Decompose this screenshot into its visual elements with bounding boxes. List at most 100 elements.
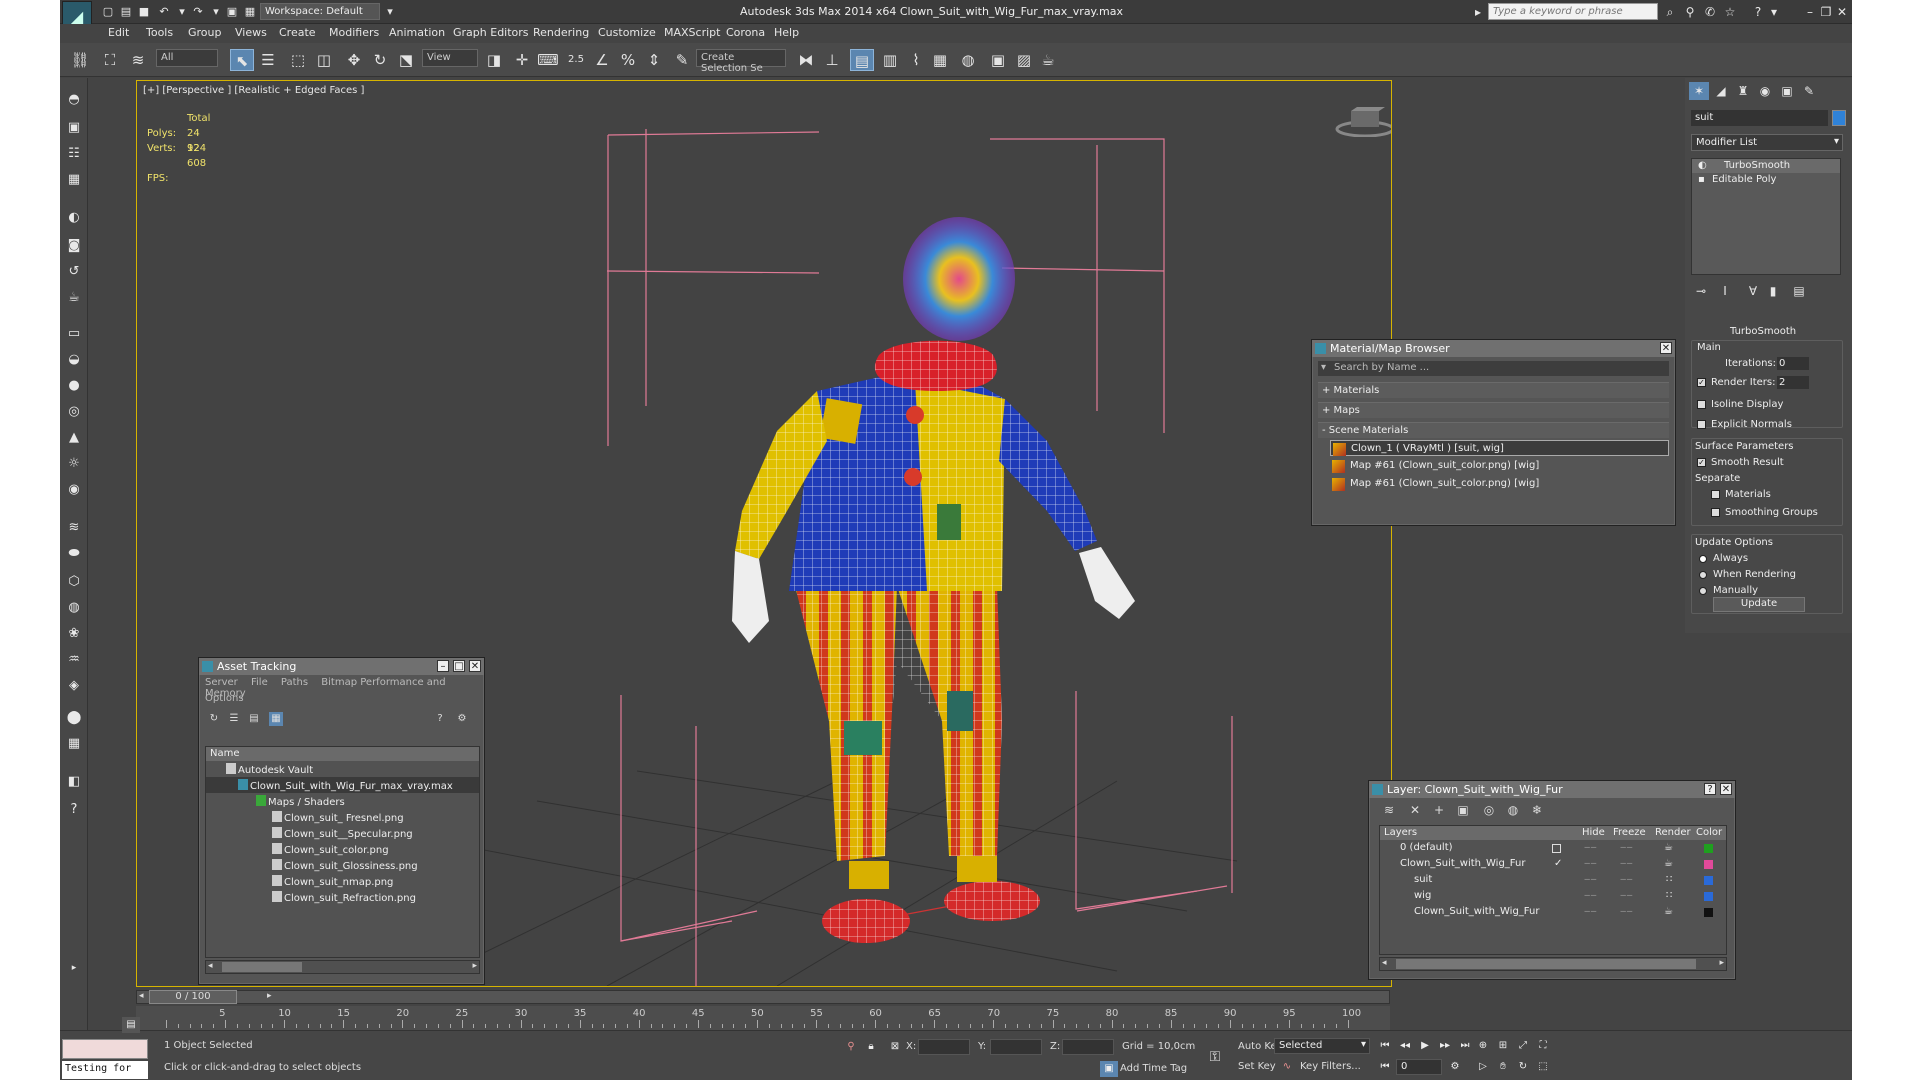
layer-row[interactable]: Clown_Suit_with_Wig_Fur ‒‒ ‒‒ ☕ xyxy=(1380,904,1726,920)
select-object-icon[interactable]: ⬉ xyxy=(230,49,254,71)
rect-selection-icon[interactable]: ⬚ xyxy=(286,49,310,71)
absolute-mode-icon[interactable]: ⊠ xyxy=(886,1039,904,1055)
iterations-spinner[interactable]: 0 xyxy=(1777,357,1809,370)
select-objects-icon[interactable]: ▣ xyxy=(1455,803,1471,817)
workspace-dropdown[interactable]: Workspace: Default xyxy=(260,3,380,20)
go-to-end-icon[interactable]: ⏭ xyxy=(1456,1038,1474,1054)
modifier-list-dropdown[interactable]: Modifier List ▾ xyxy=(1691,134,1843,151)
layer-name[interactable]: Clown_Suit_with_Wig_Fur xyxy=(1400,858,1525,869)
teapot-icon[interactable]: ☕ xyxy=(63,288,85,308)
column-name[interactable]: Name xyxy=(206,747,479,761)
list-item[interactable]: Clown_suit_Glossiness.png xyxy=(206,857,479,873)
scroll-right-icon[interactable]: ▸ xyxy=(472,961,477,971)
cone-icon[interactable]: ▲ xyxy=(63,428,85,448)
select-manipulate-icon[interactable]: ✛ xyxy=(510,49,534,71)
material-item[interactable]: Map #61 (Clown_suit_color.png) [wig] xyxy=(1330,476,1669,492)
grid-icon[interactable]: ▦ xyxy=(63,734,85,754)
help-icon[interactable]: ? xyxy=(1750,4,1766,20)
layer-color-swatch[interactable] xyxy=(1704,860,1713,869)
current-frame-field[interactable]: 0 xyxy=(1396,1059,1442,1075)
z-coordinate-field[interactable] xyxy=(1062,1039,1114,1055)
always-radio[interactable] xyxy=(1699,555,1707,563)
angle-snap-icon[interactable]: ∠ xyxy=(590,49,614,71)
detail-view-icon[interactable]: ▤ xyxy=(247,712,261,726)
pan-icon[interactable]: ✋︎ xyxy=(1494,1059,1512,1075)
add-time-tag[interactable]: Add Time Tag xyxy=(1120,1063,1187,1074)
redo-dropdown-icon[interactable]: ▾ xyxy=(208,4,224,20)
render-dots-icon[interactable]: ∷ xyxy=(1666,890,1672,901)
dropdown-icon[interactable]: ▾ xyxy=(1321,362,1326,373)
hierarchy-tab-icon[interactable]: ♜ xyxy=(1733,82,1753,100)
scroll-thumb[interactable] xyxy=(222,962,302,972)
torus-icon[interactable]: ◎ xyxy=(63,402,85,422)
next-frame-icon[interactable]: ▸▸ xyxy=(1436,1038,1454,1054)
track-bar[interactable]: 5 10 15 20 25 30 35 40 45 50 55 60 65 70 75 80 85 90 95 100 xyxy=(136,1006,1390,1030)
new-file-icon[interactable]: ▢ xyxy=(100,4,116,20)
smoothing-groups-checkbox[interactable] xyxy=(1711,508,1720,517)
delete-layer-icon[interactable]: ✕ xyxy=(1407,803,1423,817)
sphere-icon[interactable]: ● xyxy=(63,376,85,396)
mesh-icon[interactable]: ◈ xyxy=(63,676,85,696)
menu-maxscript[interactable]: MAXScript xyxy=(664,26,720,39)
orbit-icon[interactable]: ↻ xyxy=(1514,1059,1532,1075)
restore-icon[interactable]: ❐ xyxy=(1818,4,1834,20)
freeze-toggle[interactable]: ‒‒ xyxy=(1620,890,1633,901)
freeze-toggle[interactable]: ‒‒ xyxy=(1620,842,1633,853)
time-config-icon[interactable]: ⚙ xyxy=(1446,1059,1464,1075)
geometry-icon[interactable]: ⬡ xyxy=(63,572,85,592)
menu-edit[interactable]: Edit xyxy=(108,26,129,39)
select-by-name-icon[interactable]: ☰ xyxy=(256,49,280,71)
key-mode-icon[interactable]: ∿ xyxy=(1278,1059,1296,1075)
make-unique-icon[interactable]: ∀ xyxy=(1743,282,1763,300)
menu-tools[interactable]: Tools xyxy=(146,26,173,39)
layer-manager-titlebar[interactable]: Layer: Clown_Suit_with_Wig_Fur ? ✕ xyxy=(1369,781,1735,798)
layer-manager-icon[interactable]: ▤ xyxy=(850,49,874,71)
curve-editor-icon[interactable]: ⌇ xyxy=(904,49,928,71)
key-set-dropdown[interactable]: Selected ▾ xyxy=(1274,1038,1370,1054)
render-setup-icon[interactable]: ▣ xyxy=(986,49,1010,71)
prev-frame-arrow-icon[interactable]: ◂ xyxy=(139,991,144,1001)
freeze-toggle[interactable]: ‒‒ xyxy=(1620,858,1633,869)
menu-graph-editors[interactable]: Graph Editors xyxy=(453,26,529,39)
material-editor-icon[interactable]: ◍ xyxy=(956,49,980,71)
close-icon[interactable]: ✕ xyxy=(1720,783,1732,795)
qa-customize-icon[interactable]: ▾ xyxy=(382,4,398,20)
layer-color-swatch[interactable] xyxy=(1704,908,1713,917)
unlink-icon[interactable]: ⛶ xyxy=(98,49,122,71)
help-dropdown-icon[interactable]: ▾ xyxy=(1766,4,1782,20)
render-teapot-icon[interactable]: ☕ xyxy=(1664,906,1673,917)
menu-rendering[interactable]: Rendering xyxy=(533,26,589,39)
configure-sets-icon[interactable]: ▤ xyxy=(1789,282,1809,300)
chevron-right-icon[interactable]: ▸ xyxy=(1470,4,1486,20)
window-crossing-icon[interactable]: ◫ xyxy=(312,49,336,71)
show-end-result-icon[interactable]: Ⅰ xyxy=(1715,282,1735,300)
percent-snap-icon[interactable]: % xyxy=(616,49,640,71)
help-circle-icon[interactable]: ? xyxy=(63,800,85,820)
help-icon[interactable]: ? xyxy=(1704,783,1716,795)
menu-paths[interactable]: Paths xyxy=(281,677,308,688)
layer-color-swatch[interactable] xyxy=(1704,844,1713,853)
undo-dropdown-icon[interactable]: ▾ xyxy=(174,4,190,20)
zoom-icon[interactable]: ⊕ xyxy=(1474,1038,1492,1054)
layer-row[interactable]: suit ‒‒ ‒‒ ∷ xyxy=(1380,872,1726,888)
highlight-layer-icon[interactable]: ◎ xyxy=(1481,803,1497,817)
save-file-icon[interactable]: ■ xyxy=(136,4,152,20)
binoculars-icon[interactable]: ⚲ xyxy=(1682,4,1698,20)
explicit-normals-checkbox[interactable] xyxy=(1697,420,1706,429)
layer-name[interactable]: Clown_Suit_with_Wig_Fur xyxy=(1414,906,1539,917)
layer-name[interactable]: 0 (default) xyxy=(1400,842,1453,853)
motion-tab-icon[interactable]: ◉ xyxy=(1755,82,1775,100)
layer-name[interactable]: suit xyxy=(1414,874,1432,885)
schematic-view-icon[interactable]: ▦ xyxy=(928,49,952,71)
object-color-swatch[interactable] xyxy=(1832,110,1846,126)
maxscript-output[interactable]: Testing for xyxy=(62,1061,148,1079)
scroll-left-icon[interactable]: ◂ xyxy=(1382,958,1387,968)
list-item[interactable]: Clown_suit__Specular.png xyxy=(206,825,479,841)
zoom-all-icon[interactable]: ⊞ xyxy=(1494,1038,1512,1054)
table-icon[interactable]: ▦ xyxy=(63,170,85,190)
section-maps[interactable]: + Maps xyxy=(1318,402,1669,418)
render-teapot-icon[interactable]: ☕ xyxy=(1664,842,1673,853)
close-icon[interactable]: ✕ xyxy=(469,660,481,672)
globe-icon[interactable]: ◍ xyxy=(63,598,85,618)
pill-icon[interactable]: ⬬ xyxy=(63,544,85,564)
